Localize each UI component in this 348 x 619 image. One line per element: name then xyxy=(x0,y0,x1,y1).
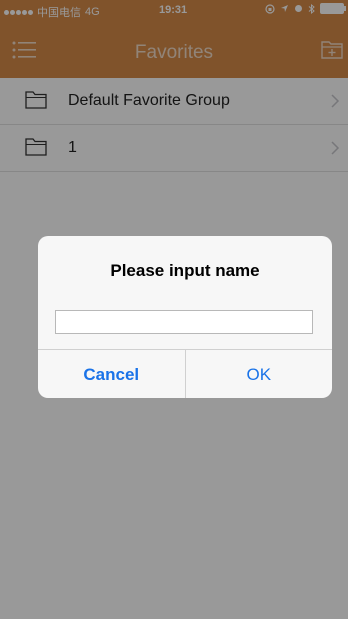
dialog-title: Please input name xyxy=(110,261,260,280)
ok-button[interactable]: OK xyxy=(186,350,333,398)
name-input[interactable] xyxy=(55,310,313,334)
dialog-button-row: Cancel OK xyxy=(38,349,332,398)
cancel-button[interactable]: Cancel xyxy=(38,350,186,398)
name-input-dialog: Please input name Cancel OK xyxy=(38,236,332,398)
favorites-screen: 中国电信 4G 19:31 Favorites Default Favorite… xyxy=(0,0,348,619)
